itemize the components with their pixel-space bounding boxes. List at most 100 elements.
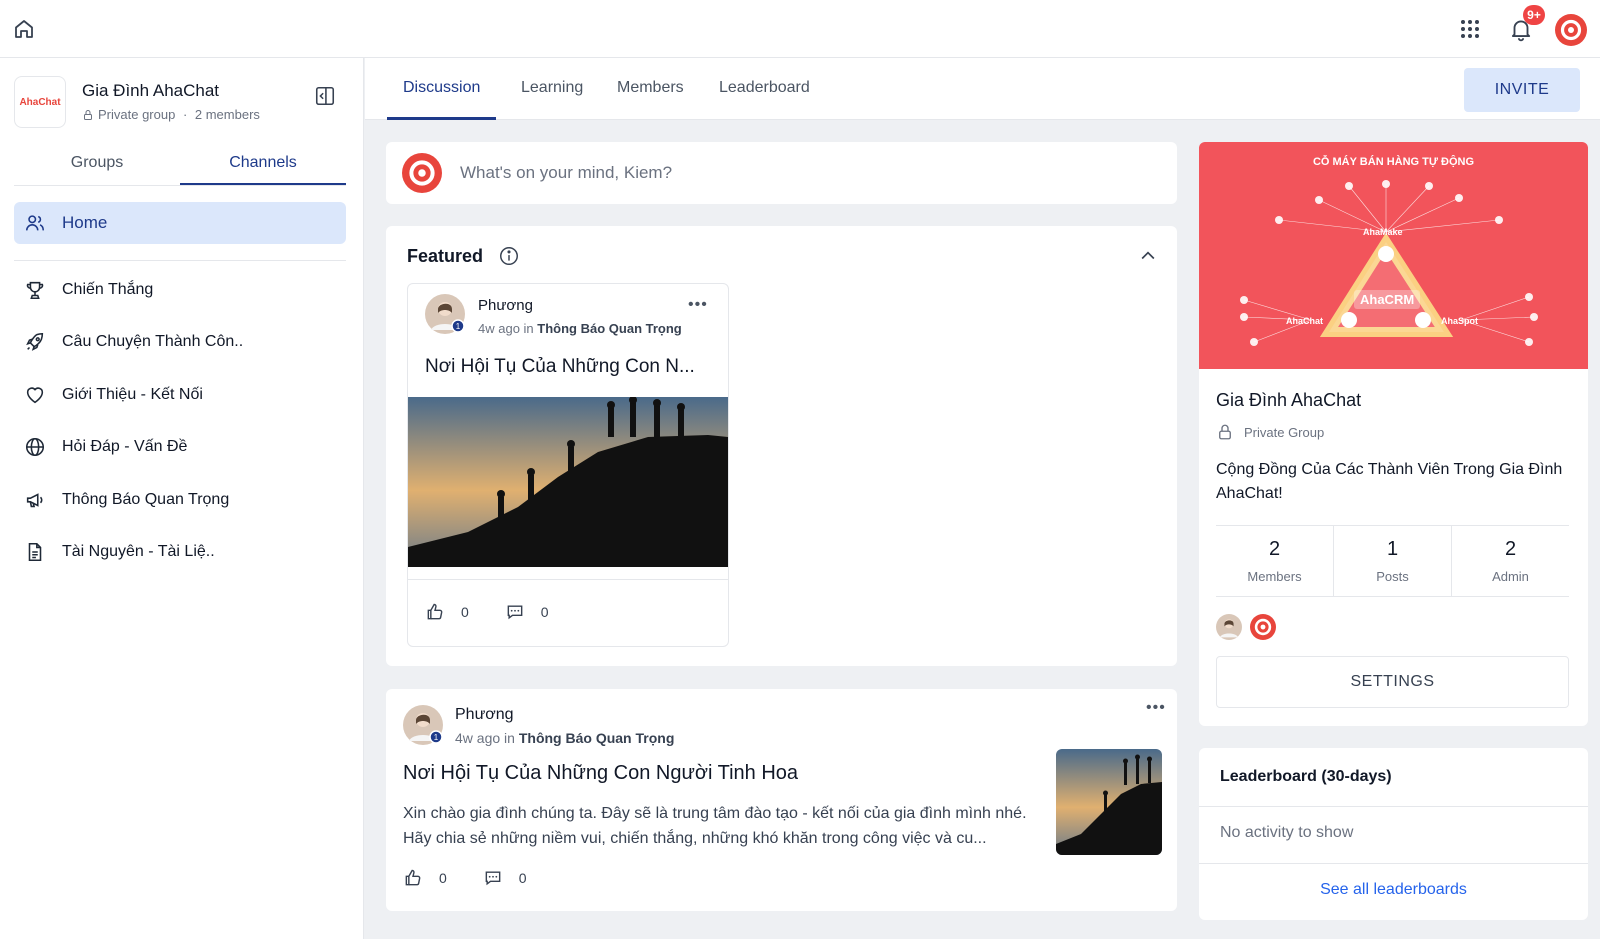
sidebar-item-label: Hỏi Đáp - Vấn Đề (62, 438, 188, 455)
more-options-icon[interactable]: ••• (1146, 699, 1166, 717)
stat-posts[interactable]: 1 Posts (1334, 526, 1452, 596)
post-actions: 0 0 (403, 868, 527, 888)
lock-icon (1219, 424, 1231, 440)
avatar: 1 (425, 294, 465, 334)
tab-groups[interactable]: Groups (14, 143, 180, 185)
sidebar-item-tai-nguyen[interactable]: Tài Nguyên - Tài Liệ.. (14, 532, 346, 572)
avatar: 1 (403, 705, 443, 745)
info-icon[interactable] (498, 245, 520, 267)
collapse-sidebar-icon[interactable] (314, 85, 336, 107)
comment-icon[interactable] (483, 868, 503, 888)
group-members-count: 2 members (194, 107, 260, 122)
post-meta: 4w ago in Thông Báo Quan Trọng (455, 730, 675, 746)
comment-count: 0 (540, 604, 549, 620)
member-avatars (1216, 614, 1276, 640)
featured-post-card[interactable]: 1 Phương 4w ago in Thông Báo Quan Trọng … (407, 283, 729, 647)
sidebar-item-label: Giới Thiệu - Kết Nối (62, 386, 203, 403)
tab-members[interactable]: Members (601, 58, 700, 120)
settings-button[interactable]: SETTINGS (1216, 656, 1569, 708)
post-author[interactable]: Phương (478, 297, 533, 314)
invite-button[interactable]: INVITE (1464, 68, 1580, 112)
sidebar-item-home[interactable]: Home (14, 202, 346, 244)
post-card[interactable]: 1 Phương 4w ago in Thông Báo Quan Trọng … (386, 689, 1177, 911)
sidebar-tabs: Groups Channels (14, 143, 346, 186)
sidebar-item-gioi-thieu[interactable]: Giới Thiệu - Kết Nối (14, 375, 346, 415)
globe-icon (25, 437, 45, 457)
rocket-icon (26, 332, 44, 351)
sidebar-item-label: Chiến Thắng (62, 281, 154, 298)
group-name: Gia Đình AhaChat (82, 81, 220, 100)
home-icon[interactable] (12, 17, 36, 41)
sidebar: AhaChat Gia Đình AhaChat Private group ·… (0, 58, 364, 939)
stat-members[interactable]: 2 Members (1216, 526, 1334, 596)
post-excerpt: Xin chào gia đình chúng ta. Đây sẽ là tr… (403, 805, 1027, 847)
sidebar-item-label: Thông Báo Quan Trọng (62, 491, 230, 508)
post-thumbnail[interactable] (1056, 749, 1162, 855)
featured-section: Featured 1 Phương 4w ago in Thông Báo Qu… (386, 226, 1177, 666)
document-icon (28, 542, 42, 562)
comment-count: 0 (518, 870, 527, 886)
post-title[interactable]: Nơi Hội Tụ Của Những Con N... (425, 356, 717, 378)
banner-label-ahachat: AhaChat (1286, 316, 1323, 326)
post-composer[interactable]: What's on your mind, Kiem? (386, 142, 1177, 204)
comment-icon[interactable] (505, 602, 525, 622)
group-about-card: CỖ MÁY BÁN HÀNG TỰ ĐỘNG AhaMake AhaChat … (1199, 142, 1588, 726)
post-image (408, 396, 728, 567)
users-icon (25, 215, 45, 231)
post-title[interactable]: Nơi Hội Tụ Của Những Con Người Tinh Hoa (403, 762, 798, 785)
leaderboard-empty: No activity to show (1220, 824, 1354, 841)
sidebar-item-hoi-dap[interactable]: Hỏi Đáp - Vấn Đề (14, 427, 346, 467)
sidebar-item-label: Tài Nguyên - Tài Liệ.. (62, 543, 215, 560)
group-stats: 2 Members 1 Posts 2 Admin (1216, 525, 1569, 597)
banner-label-ahaspot: AhaSpot (1441, 316, 1478, 326)
group-meta: Private group · 2 members (82, 107, 260, 122)
banner-center-label: AhaCRM (1354, 290, 1421, 309)
like-count: 0 (461, 604, 469, 620)
tab-leaderboard[interactable]: Leaderboard (703, 58, 826, 120)
like-icon[interactable] (403, 868, 423, 888)
group-privacy: Private group (98, 107, 176, 122)
avatar (402, 153, 442, 193)
sidebar-item-chien-thang[interactable]: Chiến Thắng (14, 270, 346, 310)
divider (1199, 806, 1588, 807)
stat-admin[interactable]: 2 Admin (1452, 526, 1569, 596)
post-channel[interactable]: Thông Báo Quan Trọng (519, 730, 675, 746)
like-icon[interactable] (425, 602, 445, 622)
avatar[interactable] (1250, 614, 1276, 640)
svg-text:1: 1 (456, 322, 461, 331)
main-tabs: Discussion Learning Members Leaderboard … (365, 58, 1600, 120)
sidebar-item-cau-chuyen[interactable]: Câu Chuyện Thành Côn.. (14, 322, 346, 362)
heart-icon (26, 387, 44, 404)
more-options-icon[interactable]: ••• (688, 296, 708, 314)
megaphone-icon (26, 493, 43, 508)
lock-icon (84, 109, 92, 120)
composer-placeholder[interactable]: What's on your mind, Kiem? (460, 163, 672, 183)
sidebar-item-thong-bao[interactable]: Thông Báo Quan Trọng (14, 480, 346, 520)
notification-badge: 9+ (1523, 5, 1545, 25)
chevron-up-icon[interactable] (1138, 246, 1158, 266)
svg-text:1: 1 (434, 733, 439, 742)
divider (408, 579, 728, 580)
group-logo: AhaChat (14, 76, 66, 128)
tab-learning[interactable]: Learning (505, 58, 599, 120)
sidebar-item-label: Home (62, 213, 108, 232)
divider (14, 260, 346, 261)
sidebar-item-label: Câu Chuyện Thành Côn.. (62, 333, 244, 350)
apps-grid-icon[interactable] (1459, 18, 1481, 40)
leaderboard-title: Leaderboard (30-days) (1220, 768, 1392, 785)
group-description: Cộng Đồng Của Các Thành Viên Trong Gia Đ… (1216, 461, 1563, 502)
leaderboard-card: Leaderboard (30-days) No activity to sho… (1199, 748, 1588, 920)
tab-channels[interactable]: Channels (180, 143, 346, 185)
banner-label-ahamake: AhaMake (1363, 227, 1403, 237)
divider (1199, 863, 1588, 864)
like-count: 0 (439, 870, 447, 886)
post-channel[interactable]: Thông Báo Quan Trọng (537, 321, 681, 336)
see-all-leaderboards-link[interactable]: See all leaderboards (1199, 881, 1588, 899)
user-avatar[interactable] (1555, 14, 1587, 46)
avatar[interactable] (1216, 614, 1242, 640)
banner-diagram: AhaMake AhaChat AhaSpot (1240, 180, 1538, 346)
group-privacy: Private Group (1216, 423, 1324, 441)
post-author[interactable]: Phương (455, 706, 514, 724)
featured-title: Featured (407, 246, 484, 266)
tab-discussion[interactable]: Discussion (387, 58, 497, 120)
